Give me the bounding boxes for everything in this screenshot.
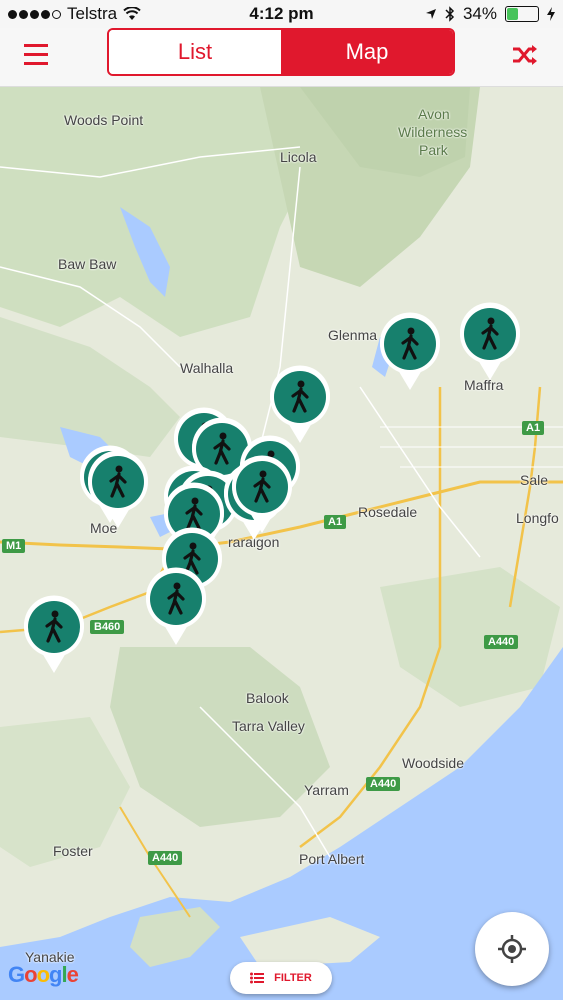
- place-label-walhalla: Walhalla: [180, 360, 234, 376]
- google-logo: Google: [8, 962, 79, 987]
- walking-person-icon: [232, 455, 292, 533]
- place-label-woods-point: Woods Point: [64, 112, 144, 128]
- walk-marker[interactable]: [378, 312, 442, 392]
- bluetooth-icon: [445, 6, 455, 22]
- walk-marker[interactable]: [230, 455, 294, 535]
- place-label-port-albert: Port Albert: [299, 851, 365, 867]
- walk-marker[interactable]: [86, 450, 150, 530]
- road-shield-b460: B460: [90, 620, 125, 634]
- battery-icon: [505, 6, 539, 22]
- filter-button[interactable]: FILTER: [230, 962, 332, 994]
- map-terrain: [0, 87, 563, 1000]
- place-label-longford: Longfo: [516, 510, 559, 526]
- hamburger-icon: [24, 44, 48, 47]
- place-label-yarram: Yarram: [304, 782, 349, 798]
- tab-map[interactable]: Map: [281, 30, 453, 74]
- walk-marker[interactable]: [268, 365, 332, 445]
- walking-person-icon: [380, 312, 440, 390]
- place-label-sale: Sale: [520, 472, 549, 488]
- navigation-bar: List Map: [0, 28, 563, 87]
- locate-me-button[interactable]: [475, 912, 549, 986]
- road-shield-a1: A1: [324, 515, 347, 529]
- view-toggle: List Map: [107, 28, 455, 76]
- place-label-woodside: Woodside: [402, 755, 465, 771]
- road-shield-m1: M1: [2, 539, 26, 553]
- shuffle-icon: [513, 45, 537, 65]
- road-shield-a440: A440: [366, 777, 401, 791]
- charging-icon: [547, 7, 555, 21]
- place-label-tarra-valley: Tarra Valley: [232, 718, 305, 734]
- place-label-avon: Avon: [418, 106, 450, 122]
- menu-button[interactable]: [22, 41, 50, 69]
- road-shield-a440: A440: [148, 851, 183, 865]
- map-view[interactable]: Woods Point Avon Wilderness Park Licola …: [0, 87, 563, 1000]
- walking-person-icon: [270, 365, 330, 443]
- walk-marker[interactable]: [22, 595, 86, 675]
- place-label-baw-baw: Baw Baw: [58, 256, 117, 272]
- crosshair-icon: [498, 935, 526, 963]
- shuffle-button[interactable]: [511, 41, 539, 69]
- walking-person-icon: [88, 450, 148, 528]
- walk-marker[interactable]: [458, 302, 522, 382]
- filter-list-icon: [250, 972, 265, 984]
- place-label-glenmaggie: Glenma: [328, 327, 378, 343]
- walking-person-icon: [146, 567, 206, 645]
- road-shield-a440: A440: [484, 635, 519, 649]
- filter-label: FILTER: [274, 972, 312, 984]
- status-bar: Telstra 4:12 pm 34%: [0, 0, 563, 28]
- walk-marker[interactable]: [144, 567, 208, 647]
- place-label-wilderness: Wilderness: [398, 124, 468, 140]
- walking-person-icon: [24, 595, 85, 673]
- place-label-foster: Foster: [53, 843, 93, 859]
- location-arrow-icon: [425, 9, 436, 19]
- battery-percent: 34%: [462, 4, 497, 23]
- place-label-balook: Balook: [246, 690, 289, 706]
- place-label-park: Park: [419, 142, 448, 158]
- place-label-rosedale: Rosedale: [358, 504, 418, 520]
- walking-person-icon: [460, 302, 520, 380]
- tab-list[interactable]: List: [109, 30, 281, 74]
- place-label-licola: Licola: [280, 149, 317, 165]
- road-shield-a1: A1: [522, 421, 545, 435]
